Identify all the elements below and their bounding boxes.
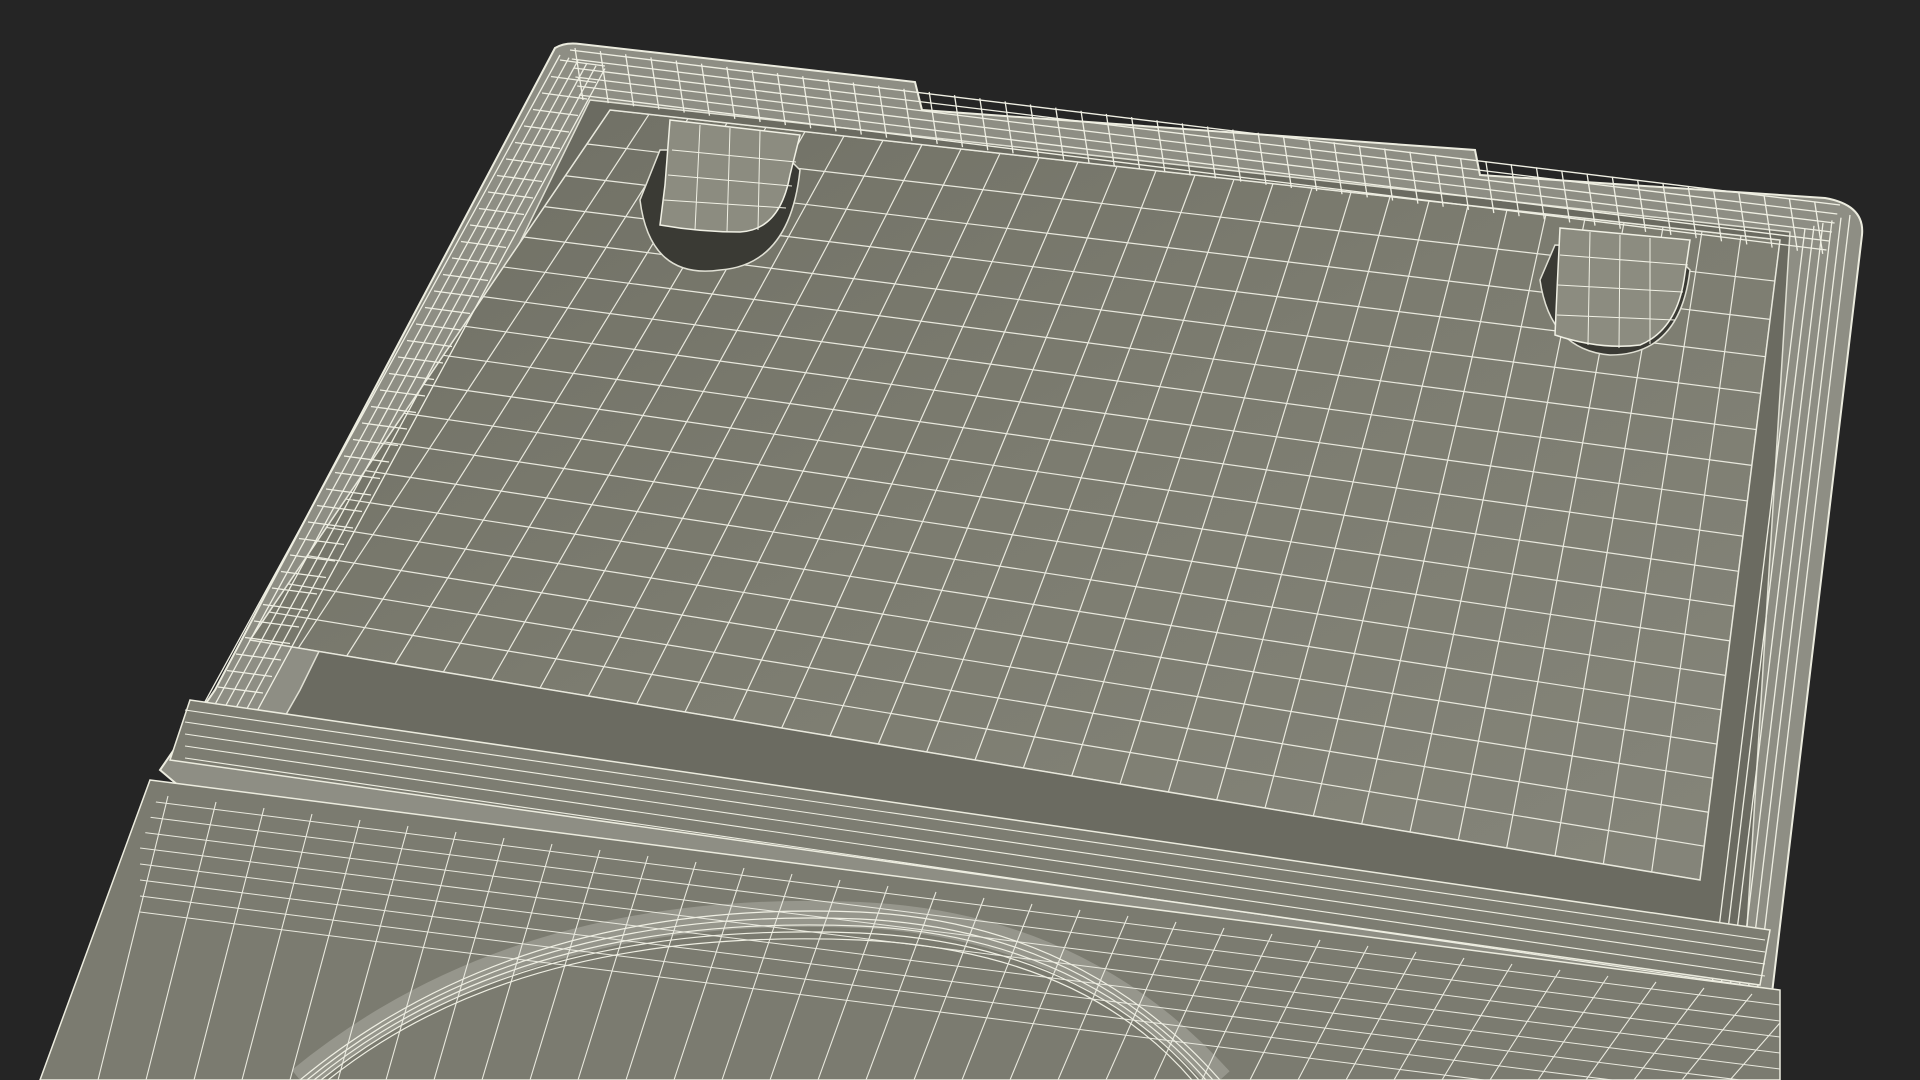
wireframe-render bbox=[0, 0, 1920, 1080]
